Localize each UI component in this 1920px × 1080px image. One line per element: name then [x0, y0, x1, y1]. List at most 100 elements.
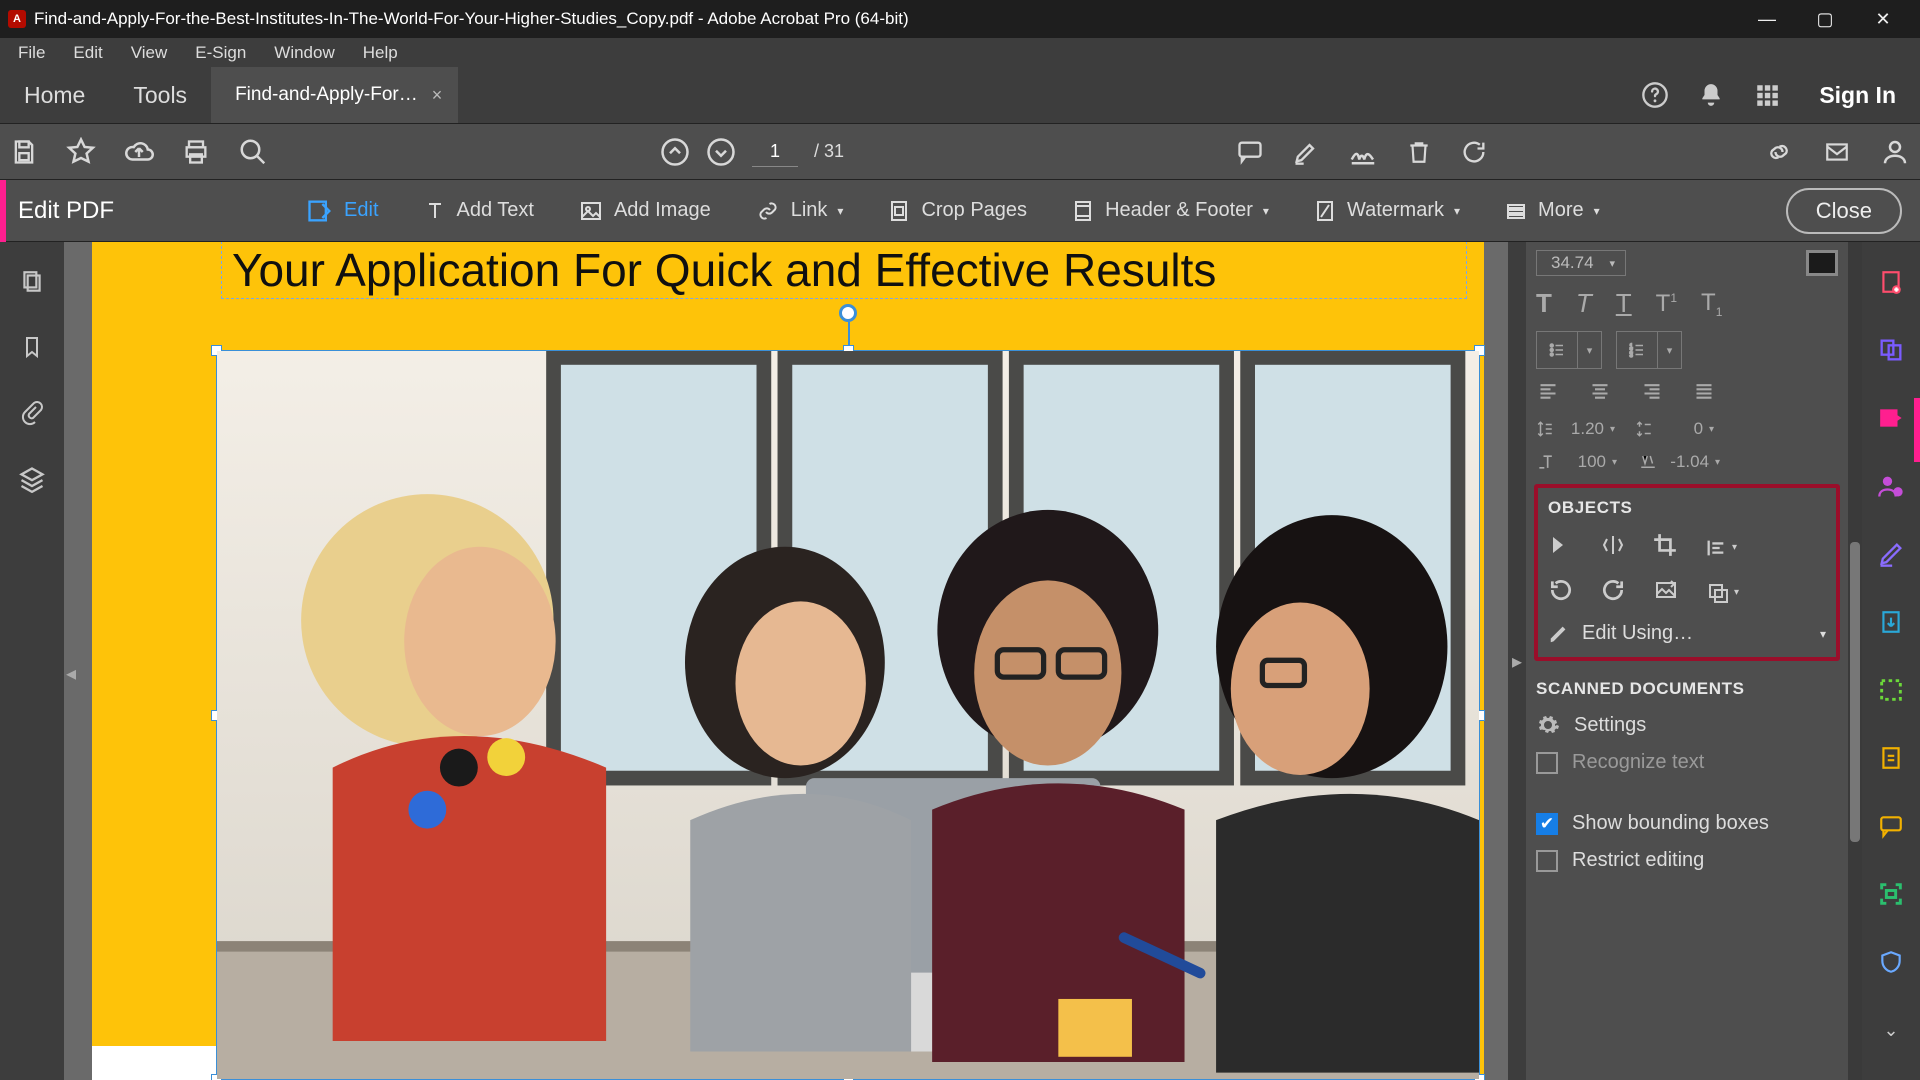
create-pdf-icon[interactable] [1862, 260, 1920, 304]
restrict-editing-checkbox[interactable]: Restrict editing [1536, 849, 1838, 872]
header-footer-button[interactable]: Header & Footer▾ [1059, 191, 1281, 231]
superscript-icon[interactable]: T1 [1656, 290, 1677, 318]
font-size-select[interactable]: 34.74▾ [1536, 250, 1626, 276]
print-icon[interactable] [182, 138, 210, 166]
delete-icon[interactable] [1406, 138, 1432, 166]
menu-help[interactable]: Help [351, 39, 410, 67]
settings-button[interactable]: Settings [1536, 713, 1838, 737]
close-edit-button[interactable]: Close [1786, 188, 1902, 234]
fill-sign-icon[interactable] [1862, 532, 1920, 576]
document-canvas[interactable]: Your Application For Quick and Effective… [64, 242, 1508, 1080]
rotation-handle[interactable] [839, 304, 857, 322]
line-spacing-control[interactable]: 1.20▾ [1536, 418, 1615, 440]
watermark-button[interactable]: Watermark▾ [1301, 191, 1472, 231]
protect-icon[interactable] [1862, 940, 1920, 984]
link-button[interactable]: Link▾ [743, 193, 856, 229]
subscript-icon[interactable]: T1 [1701, 289, 1722, 319]
tab-home[interactable]: Home [0, 67, 109, 123]
sign-in-button[interactable]: Sign In [1795, 67, 1920, 123]
panel-scrollbar[interactable] [1848, 242, 1862, 1080]
zoom-icon[interactable] [238, 137, 268, 167]
page-up-icon[interactable] [660, 137, 690, 167]
minimize-button[interactable]: — [1738, 0, 1796, 38]
page-number-input[interactable] [752, 137, 798, 167]
rotate-icon[interactable] [1460, 138, 1488, 166]
flip-vertical-icon[interactable] [1600, 533, 1626, 562]
more-button[interactable]: More▾ [1492, 193, 1612, 229]
align-justify-icon[interactable] [1692, 381, 1716, 406]
align-objects-icon[interactable]: ▾ [1704, 537, 1737, 559]
comment-icon[interactable] [1236, 138, 1264, 166]
tab-document[interactable]: Find-and-Apply-For… × [211, 67, 458, 123]
collapse-left-icon[interactable]: ◂ [66, 661, 76, 686]
crop-icon[interactable] [1652, 532, 1678, 563]
replace-image-icon[interactable] [1652, 578, 1680, 607]
edit-pdf-rail-icon[interactable] [1862, 396, 1920, 440]
send-comments-icon[interactable] [1862, 736, 1920, 780]
paragraph-spacing-control[interactable]: 0▾ [1635, 418, 1714, 440]
menu-view[interactable]: View [119, 39, 180, 67]
highlight-icon[interactable] [1292, 138, 1320, 166]
menu-file[interactable]: File [6, 39, 57, 67]
scan-ocr-icon[interactable] [1862, 872, 1920, 916]
add-image-button[interactable]: Add Image [566, 193, 723, 229]
selected-image-object[interactable] [216, 350, 1480, 1080]
add-text-button[interactable]: Add Text [411, 193, 546, 229]
pdf-page: Your Application For Quick and Effective… [92, 242, 1484, 1080]
tab-tools[interactable]: Tools [109, 67, 211, 123]
tab-close-icon[interactable]: × [432, 85, 443, 106]
align-center-icon[interactable] [1588, 381, 1612, 406]
char-spacing-control[interactable]: -1.04▾ [1637, 452, 1720, 472]
flip-horizontal-icon[interactable] [1548, 533, 1574, 562]
text-color-swatch[interactable] [1806, 250, 1838, 276]
share-link-icon[interactable] [1764, 138, 1794, 166]
arrange-icon[interactable]: ▾ [1706, 581, 1739, 605]
email-icon[interactable] [1822, 139, 1852, 165]
apps-grid-icon[interactable] [1739, 67, 1795, 123]
request-signatures-icon[interactable] [1862, 464, 1920, 508]
rotate-ccw-icon[interactable] [1548, 577, 1574, 608]
menu-window[interactable]: Window [262, 39, 346, 67]
sign-icon[interactable] [1348, 137, 1378, 167]
numbered-list-button[interactable]: 123 [1616, 331, 1658, 369]
underline-icon[interactable]: T [1616, 288, 1632, 319]
bulleted-list-dropdown[interactable]: ▾ [1578, 331, 1602, 369]
notifications-icon[interactable] [1683, 67, 1739, 123]
recognize-text-checkbox[interactable]: Recognize text [1536, 751, 1838, 774]
layers-icon[interactable] [18, 465, 46, 498]
align-left-icon[interactable] [1536, 381, 1560, 406]
more-tools-icon[interactable]: ⌄ [1862, 1008, 1920, 1052]
show-bounding-boxes-checkbox[interactable]: ✔ Show bounding boxes [1536, 812, 1838, 835]
document-heading[interactable]: Your Application For Quick and Effective… [222, 242, 1466, 298]
combine-files-icon[interactable] [1862, 328, 1920, 372]
attachments-icon[interactable] [20, 398, 44, 433]
edit-using-dropdown[interactable]: Edit Using… ▾ [1548, 622, 1826, 645]
title-bar: A Find-and-Apply-For-the-Best-Institutes… [0, 0, 1920, 38]
rotate-cw-icon[interactable] [1600, 577, 1626, 608]
save-icon[interactable] [10, 138, 38, 166]
numbered-list-dropdown[interactable]: ▾ [1658, 331, 1682, 369]
collapse-right-icon[interactable]: ▸ [1508, 242, 1526, 1080]
close-window-button[interactable]: ✕ [1854, 0, 1912, 38]
align-right-icon[interactable] [1640, 381, 1664, 406]
horizontal-scale-control[interactable]: 100▾ [1536, 452, 1617, 472]
account-icon[interactable] [1880, 137, 1910, 167]
crop-pages-button[interactable]: Crop Pages [875, 191, 1039, 231]
italic-icon[interactable]: T [1576, 288, 1592, 319]
maximize-button[interactable]: ▢ [1796, 0, 1854, 38]
cloud-upload-icon[interactable] [124, 137, 154, 167]
bulleted-list-button[interactable] [1536, 331, 1578, 369]
page-down-icon[interactable] [706, 137, 736, 167]
organize-pages-icon[interactable] [1862, 668, 1920, 712]
export-pdf-icon[interactable] [1862, 600, 1920, 644]
edit-tool-button[interactable]: Edit [294, 191, 390, 231]
bookmarks-icon[interactable] [20, 333, 44, 366]
menu-edit[interactable]: Edit [61, 39, 114, 67]
help-icon[interactable] [1627, 67, 1683, 123]
menu-esign[interactable]: E-Sign [183, 39, 258, 67]
star-icon[interactable] [66, 137, 96, 167]
comment-rail-icon[interactable] [1862, 804, 1920, 848]
bold-icon[interactable]: T [1536, 288, 1552, 319]
scrollbar-thumb[interactable] [1850, 542, 1860, 842]
thumbnails-icon[interactable] [19, 268, 45, 301]
